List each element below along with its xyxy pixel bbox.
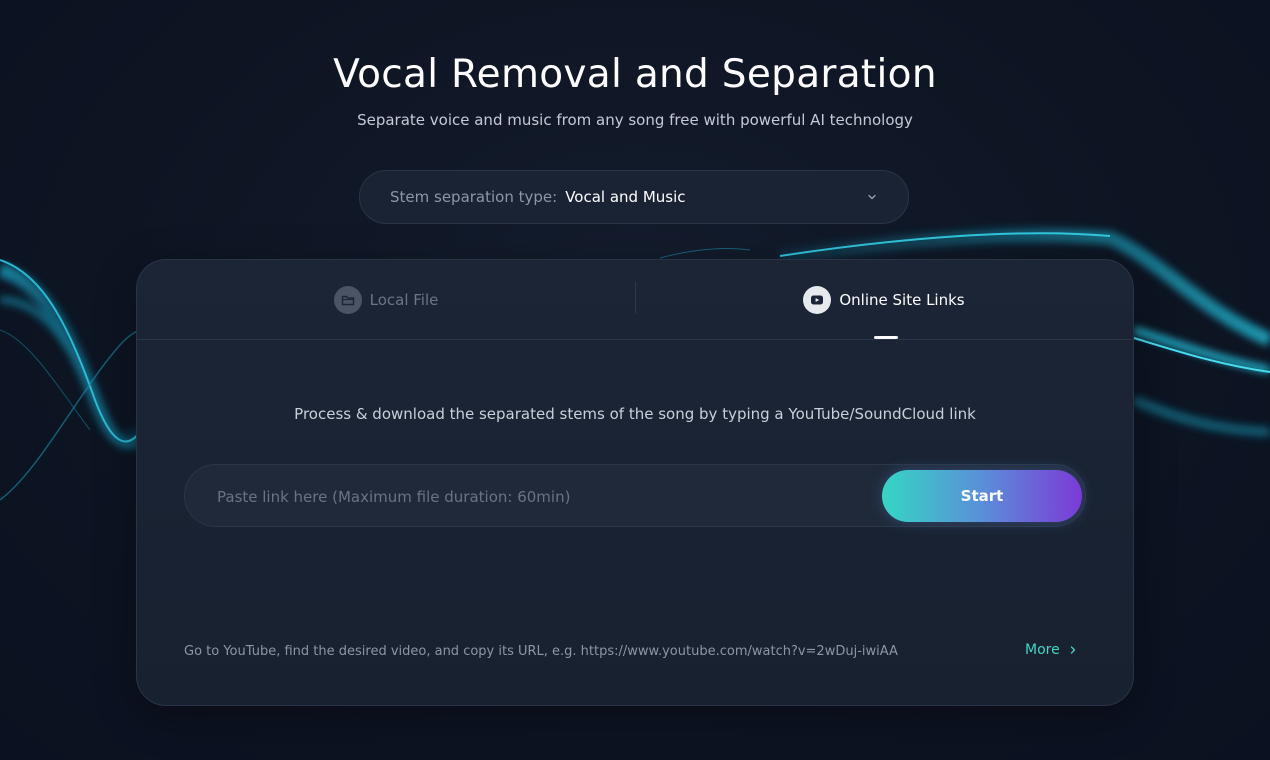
- tab-local-file[interactable]: Local File: [137, 260, 635, 339]
- youtube-play-icon: [803, 285, 832, 314]
- folder-icon: [333, 285, 362, 314]
- start-button[interactable]: Start: [882, 470, 1082, 522]
- page: Vocal Removal and Separation Separate vo…: [0, 0, 1270, 760]
- stem-type-value: Vocal and Music: [565, 188, 686, 206]
- youtube-hint: Go to YouTube, find the desired video, a…: [184, 644, 898, 659]
- link-instruction: Process & download the separated stems o…: [294, 405, 976, 423]
- active-tab-indicator: [874, 336, 898, 339]
- stem-type-label: Stem separation type:: [390, 188, 558, 206]
- link-input[interactable]: [215, 465, 859, 528]
- more-link-label: More: [1025, 642, 1060, 658]
- tab-online-site-links-label: Online Site Links: [839, 290, 965, 309]
- stem-type-select[interactable]: Stem separation type: Vocal and Music: [359, 170, 909, 224]
- link-input-group: Start: [184, 464, 1086, 528]
- source-tabs: Local File Online Site Links: [137, 260, 1133, 340]
- more-link[interactable]: More: [1025, 642, 1078, 658]
- page-subtitle: Separate voice and music from any song f…: [357, 111, 913, 129]
- chevron-right-icon: [1070, 646, 1075, 654]
- page-title: Vocal Removal and Separation: [333, 52, 937, 97]
- tab-online-site-links[interactable]: Online Site Links: [635, 260, 1133, 339]
- tab-local-file-label: Local File: [369, 290, 439, 309]
- chevron-down-icon: [868, 194, 876, 200]
- upload-card: Local File Online Site Links Process & d…: [136, 259, 1134, 706]
